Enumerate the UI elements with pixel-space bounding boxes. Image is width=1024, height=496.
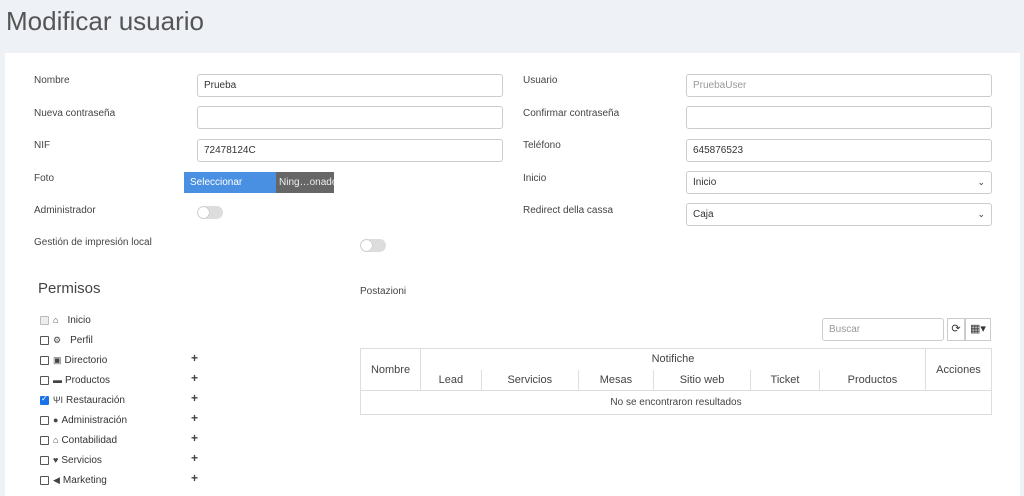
archive-icon: ▬ [53,375,62,385]
foto-label: Foto [34,173,55,184]
megaphone-icon: ◀ [53,474,60,485]
permiso-label: Contabilidad [61,434,118,446]
telefono-input[interactable]: 645876523 [686,139,992,162]
redirect-select-value: Caja [693,209,714,220]
permiso-checkbox[interactable] [40,435,49,445]
inicio-select[interactable]: Inicio ⌄ [686,171,992,194]
expand-plus-icon[interactable]: + [191,471,198,485]
refresh-button[interactable]: ⟳ [947,318,965,341]
chevron-down-icon: ⌄ [977,209,985,219]
permiso-checkbox[interactable] [40,355,49,365]
permiso-item[interactable]: ▣ Directorio [40,352,107,368]
confirmar-contrasena-label: Confirmar contraseña [523,108,620,119]
nombre-label: Nombre [34,75,70,86]
permiso-label: Restauración [66,394,125,406]
chevron-down-icon: ⌄ [977,177,985,187]
usuario-label: Usuario [523,75,558,86]
expand-plus-icon[interactable]: + [191,371,198,385]
permiso-item[interactable]: ΨΙRestauración [40,392,125,408]
permiso-label: Directorio [64,354,108,366]
file-name-display: Ning…onado [276,172,334,193]
permisos-title: Permisos [38,280,101,297]
bank-icon: ⌂ [53,435,59,445]
postazioni-table: Nombre Notifiche Acciones Lead Servicios… [360,348,992,415]
column-header[interactable]: Servicios [480,369,579,391]
permiso-item[interactable]: ● Administración [40,412,127,428]
permiso-checkbox[interactable] [40,455,49,465]
empty-message: No se encontraron resultados [360,390,992,415]
nueva-contrasena-label: Nueva contraseña [34,108,116,119]
nombre-input[interactable]: Prueba [197,74,503,97]
inicio-select-value: Inicio [693,177,717,188]
search-input[interactable]: Buscar [822,318,944,341]
expand-plus-icon[interactable]: + [191,411,198,425]
permiso-label: Inicio [67,314,91,326]
permiso-checkbox[interactable] [40,475,49,485]
administrador-toggle[interactable] [197,206,223,219]
nif-input[interactable]: 72478124C [197,139,503,162]
expand-plus-icon[interactable]: + [191,431,198,445]
permiso-item[interactable]: ◀ Marketing [40,472,107,488]
grid-icon: ▦▾ [970,323,986,335]
heart-icon: ♥ [53,455,59,465]
column-header[interactable]: Acciones [925,348,992,391]
permiso-checkbox[interactable] [40,335,49,345]
column-header[interactable]: Ticket [750,369,820,391]
column-header[interactable]: Mesas [577,369,654,391]
permiso-item[interactable]: ♥ Servicios [40,452,102,468]
postazioni-title: Postazioni [360,286,407,297]
permiso-checkbox [40,315,49,325]
permiso-item[interactable]: ⌂ Contabilidad [40,432,117,448]
inicio-label: Inicio [523,173,547,184]
redirect-select[interactable]: Caja ⌄ [686,203,992,226]
columns-toggle-button[interactable]: ▦▾ [965,318,991,341]
column-header[interactable]: Lead [420,369,482,391]
administrador-label: Administrador [34,205,96,216]
permiso-label: Marketing [62,474,107,486]
cutlery-icon: ΨΙ [53,395,64,405]
column-header[interactable]: Productos [818,369,927,391]
usuario-input[interactable]: PruebaUser [686,74,992,97]
column-header[interactable]: Nombre [360,348,421,391]
nueva-contrasena-input[interactable] [197,106,503,129]
address-book-icon: ▣ [53,354,62,365]
gestion-impresion-label: Gestión de impresión local [34,237,152,248]
permiso-item[interactable]: ⚙ Perfil [40,332,93,348]
confirmar-contrasena-input[interactable] [686,106,992,129]
permiso-label: Productos [65,374,111,386]
permiso-checkbox[interactable] [40,415,49,425]
gestion-impresion-toggle[interactable] [360,239,386,252]
expand-plus-icon[interactable]: + [191,391,198,405]
refresh-icon: ⟳ [951,323,961,335]
nif-label: NIF [34,140,51,151]
permiso-label: Administración [61,414,128,426]
gear-icon: ⚙ [53,334,62,345]
permiso-label: Servicios [61,454,102,466]
permiso-item[interactable]: ▬ Productos [40,372,110,388]
permiso-item[interactable]: ⌂ Inicio [40,312,91,328]
home-icon: ⌂ [53,315,59,325]
redirect-label: Redirect della cassa [523,205,614,216]
permiso-checkbox[interactable] [40,375,49,385]
expand-plus-icon[interactable]: + [191,351,198,365]
permiso-checkbox[interactable] [40,394,49,405]
expand-plus-icon[interactable]: + [191,451,198,465]
telefono-label: Teléfono [523,140,561,151]
page-title: Modificar usuario [6,6,204,36]
permiso-label: Perfil [70,334,93,346]
user-icon: ● [53,415,59,425]
column-header[interactable]: Sitio web [652,369,752,391]
select-file-button[interactable]: Seleccionar archivo [184,172,276,209]
notifiche-group-header: Notifiche [420,348,926,370]
